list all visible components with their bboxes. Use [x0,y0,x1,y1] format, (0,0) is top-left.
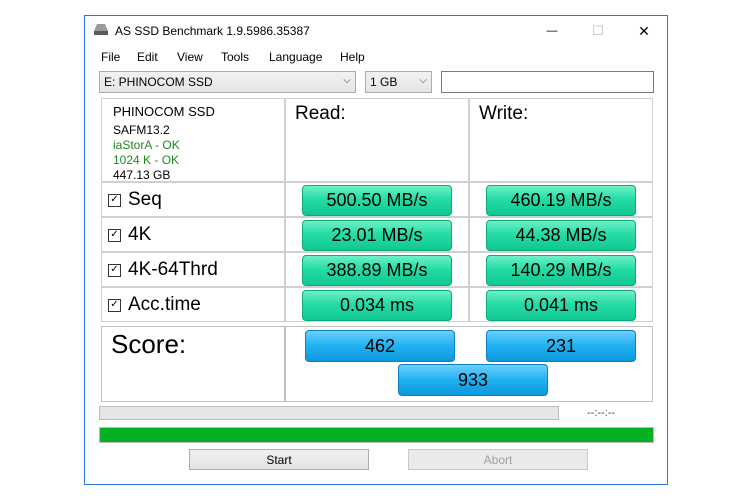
text-field[interactable] [441,71,654,93]
test-label-acc-time[interactable]: ✓ Acc.time [108,294,201,316]
drive-select-value: E: PHINOCOM SSD [104,75,213,89]
menu-edit[interactable]: Edit [137,50,158,64]
abort-button[interactable]: Abort [408,449,588,470]
read-header-cell: Read: [285,98,469,182]
drive-firmware: SAFM13.2 [113,123,170,137]
test-name: 4K [128,224,152,245]
write-cell-4k: 44.38 MB/s [469,217,653,252]
read-cell-4k: 23.01 MB/s [285,217,469,252]
4k-64thrd-read-result: 388.89 MB/s [302,255,452,286]
drive-select[interactable]: E: PHINOCOM SSD ⌵ [99,71,356,93]
menu-help[interactable]: Help [340,50,365,64]
read-cell-acc-time: 0.034 ms [285,287,469,322]
total-score: 933 [398,364,548,396]
test-row-seq: ✓ Seq [101,182,285,217]
alignment-status: 1024 K - OK [113,153,180,167]
acc-time-read-result: 0.034 ms [302,290,452,321]
score-label: Score: [111,329,187,359]
menu-bar: File Edit View Tools Language Help [85,46,667,68]
checkbox-icon[interactable]: ✓ [108,298,121,312]
score-values-cell: 462 231 933 [285,326,653,402]
size-select[interactable]: 1 GB ⌵ [365,71,432,93]
app-window: AS SSD Benchmark 1.9.5986.35387 — ☐ ✕ Fi… [84,15,668,485]
maximize-button[interactable]: ☐ [575,16,621,46]
test-name: 4K-64Thrd [128,259,218,280]
minimize-icon: — [546,25,558,37]
acc-time-write-result: 0.041 ms [486,290,636,321]
test-row-acc-time: ✓ Acc.time [101,287,285,322]
test-row-4k-64thrd: ✓ 4K-64Thrd [101,252,285,287]
test-label-4k-64thrd[interactable]: ✓ 4K-64Thrd [108,259,218,281]
menu-language[interactable]: Language [269,50,322,64]
minimize-button[interactable]: — [529,16,575,46]
4k-64thrd-write-result: 140.29 MB/s [486,255,636,286]
checkbox-icon[interactable]: ✓ [108,193,121,207]
chevron-down-icon: ⌵ [419,75,427,86]
score-label-cell: Score: [101,326,285,402]
write-cell-4k-64thrd: 140.29 MB/s [469,252,653,287]
read-header: Read: [295,103,346,124]
drive-capacity: 447.13 GB [113,168,171,182]
title-bar: AS SSD Benchmark 1.9.5986.35387 — ☐ ✕ [85,16,667,46]
read-cell-seq: 500.50 MB/s [285,182,469,217]
driver-status: iaStorA - OK [113,138,180,152]
test-label-4k[interactable]: ✓ 4K [108,224,151,246]
menu-tools[interactable]: Tools [221,50,249,64]
read-score: 462 [305,330,455,362]
overall-progress-bar [99,427,654,443]
start-button[interactable]: Start [189,449,369,470]
write-score: 231 [486,330,636,362]
menu-view[interactable]: View [177,50,203,64]
checkbox-icon[interactable]: ✓ [108,228,121,242]
4k-read-result: 23.01 MB/s [302,220,452,251]
test-row-4k: ✓ 4K [101,217,285,252]
test-name: Seq [128,189,162,210]
ssd-drive-icon [94,24,108,35]
size-select-value: 1 GB [370,75,398,89]
test-label-seq[interactable]: ✓ Seq [108,189,162,211]
overall-progress-fill [100,428,653,442]
drive-model: PHINOCOM SSD [113,104,215,119]
seq-read-result: 500.50 MB/s [302,185,452,216]
close-button[interactable]: ✕ [621,16,667,46]
menu-file[interactable]: File [101,50,120,64]
checkbox-icon[interactable]: ✓ [108,263,121,277]
maximize-icon: ☐ [592,23,604,38]
drive-info-panel: PHINOCOM SSD SAFM13.2 iaStorA - OK 1024 … [101,98,285,182]
write-header: Write: [479,103,529,124]
close-icon: ✕ [638,22,650,39]
window-title: AS SSD Benchmark 1.9.5986.35387 [115,24,310,38]
seq-write-result: 460.19 MB/s [486,185,636,216]
4k-write-result: 44.38 MB/s [486,220,636,251]
write-header-cell: Write: [469,98,653,182]
chevron-down-icon: ⌵ [343,75,351,86]
test-progress-bar [99,406,559,420]
write-cell-seq: 460.19 MB/s [469,182,653,217]
elapsed-time: --:--:-- [587,407,616,419]
test-name: Acc.time [128,294,201,315]
write-cell-acc-time: 0.041 ms [469,287,653,322]
read-cell-4k-64thrd: 388.89 MB/s [285,252,469,287]
